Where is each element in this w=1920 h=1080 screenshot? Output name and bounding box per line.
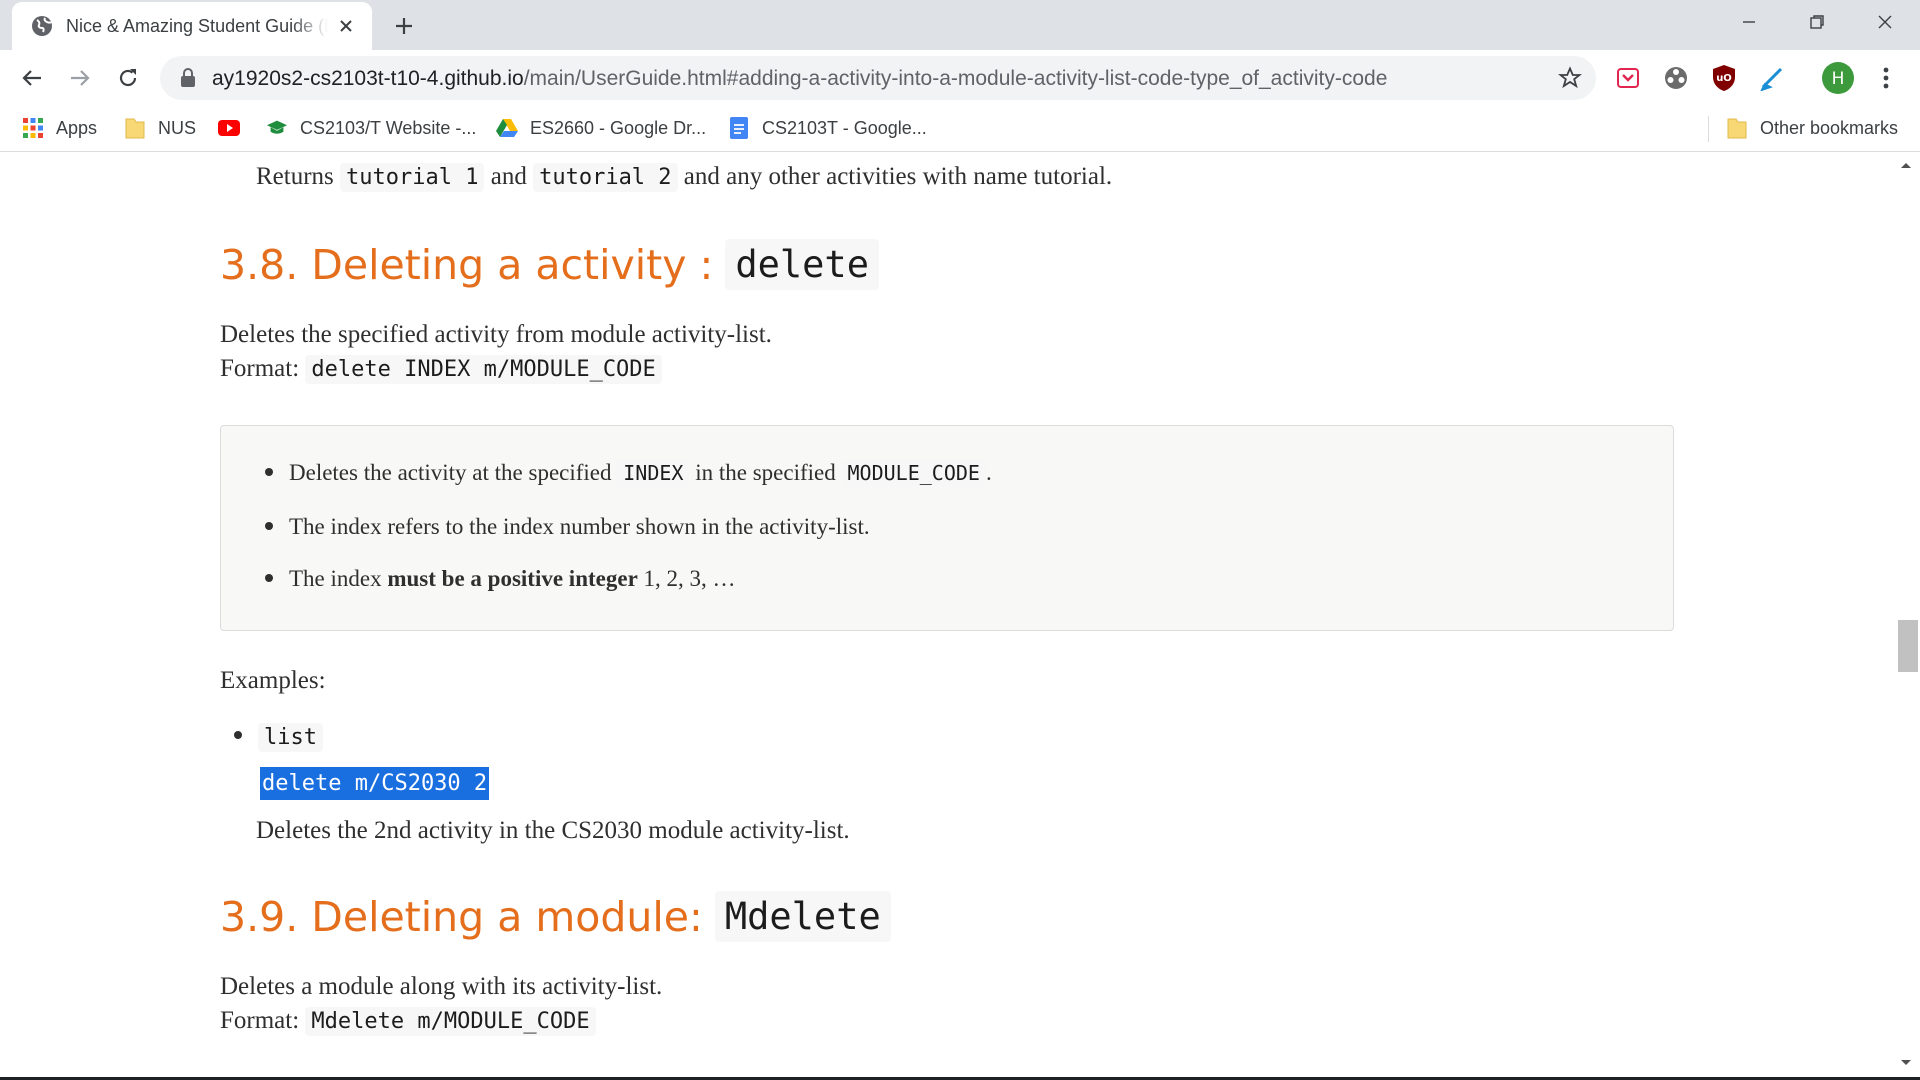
film-reel-extension-icon[interactable] [1658,60,1694,96]
code-tutorial-1: tutorial 1 [340,163,485,192]
bookmark-label: NUS [158,117,197,138]
note-text: 1, 2, 3, … [643,566,736,591]
example-description: Deletes the 2nd activity in the CS2030 m… [256,817,850,844]
url-host: ay1920s2-cs2103t-t10-4.github.io [212,67,524,90]
tab-strip: Nice & Amazing Student Guide (NASG) [0,0,1920,50]
bookmark-other[interactable]: Other bookmarks [1726,114,1898,142]
section-3-9-description: Deletes a module along with its activity… [220,973,663,1000]
bookmark-cs2103-website[interactable]: CS2103/T Website -... [266,114,476,142]
returns-line: Returns tutorial 1 and tutorial 2 and an… [256,163,1113,192]
note-item: The index refers to the index number sho… [265,514,870,540]
bullet-dot [234,731,242,740]
example-command-selected: delete m/CS2030 2 [260,767,490,800]
bullet-dot [265,573,273,582]
note-item: The index must be a positive integer 1, … [265,566,736,592]
bookmark-star-icon[interactable] [1557,66,1583,95]
graduation-cap-icon [266,117,288,139]
google-docs-icon [728,117,750,139]
format-label: Format: [220,355,300,382]
note-item: Deletes the activity at the specified IN… [265,459,992,487]
browser-tab[interactable]: Nice & Amazing Student Guide (NASG) [12,2,372,50]
scroll-down-arrow-icon[interactable] [1898,1056,1914,1074]
selected-code-text: delete m/CS2030 2 [260,767,490,800]
note-text: Deletes the activity at the specified [289,460,612,485]
tab-title: Nice & Amazing Student Guide (NASG) [66,15,328,36]
heading-code: delete [725,239,879,290]
bookmark-label: ES2660 - Google Dr... [530,117,707,138]
bookmarks-divider [1708,116,1709,142]
note-text: . [985,460,992,485]
section-heading-3-9: 3.9. Deleting a module: Mdelete [220,891,891,942]
lock-icon [180,68,196,93]
restore-button[interactable] [1783,0,1851,44]
apps-grid-icon [22,117,44,139]
format-code: Mdelete m/MODULE_CODE [305,1007,596,1036]
forward-icon[interactable] [62,60,98,96]
reload-icon[interactable] [110,60,146,96]
ublock-origin-icon[interactable]: uO [1706,60,1742,96]
format-code: delete INDEX m/MODULE_CODE [305,355,662,384]
bookmark-label: Other bookmarks [1760,117,1899,138]
address-bar[interactable]: ay1920s2-cs2103t-t10-4.github.io/main/Us… [160,56,1596,100]
new-tab-button[interactable] [390,12,418,40]
bookmark-apps[interactable]: Apps [22,114,97,142]
youtube-icon [218,117,240,139]
note-text: in the specified [695,460,836,485]
code-list: list [258,723,323,752]
bookmark-nus[interactable]: NUS [124,114,196,142]
examples-label: Examples: [220,667,326,694]
notes-box: Deletes the activity at the specified IN… [220,425,1674,631]
code-module-code: MODULE_CODE [841,459,986,487]
bookmark-es2660-drive[interactable]: ES2660 - Google Dr... [496,114,706,142]
example-item: list [234,723,323,752]
bullet-dot [265,521,273,530]
svg-text:H: H [1832,69,1845,89]
code-tutorial-2: tutorial 2 [533,163,678,192]
note-text: The index refers to the index number sho… [289,514,870,539]
heading-text: 3.8. Deleting a activity : [220,240,714,289]
close-tab-icon[interactable] [334,14,358,38]
scrollbar-thumb[interactable] [1898,620,1918,672]
bookmark-label: Apps [56,117,98,138]
bookmark-label: CS2103/T Website -... [300,117,477,138]
format-label: Format: [220,1007,300,1034]
bookmark-cs2103t-docs[interactable]: CS2103T - Google... [728,114,927,142]
bullet-dot [265,467,273,476]
bookmark-youtube[interactable] [218,114,252,142]
bookmarks-bar: Apps NUS CS2103/T Website -... ES2660 - … [0,106,1920,152]
section-3-8-description: Deletes the specified activity from modu… [220,321,772,348]
browser-toolbar: ay1920s2-cs2103t-t10-4.github.io/main/Us… [0,50,1920,106]
scroll-up-arrow-icon[interactable] [1898,158,1914,176]
note-bold-text: must be a positive integer [387,566,638,591]
returns-prefix: Returns [256,163,334,190]
section-3-9-format: Format: Mdelete m/MODULE_CODE [220,1007,596,1036]
pocket-extension-icon[interactable] [1610,60,1646,96]
bookmark-label: CS2103T - Google... [762,117,927,138]
section-3-8-format: Format: delete INDEX m/MODULE_CODE [220,355,662,384]
profile-avatar[interactable]: H [1820,60,1856,96]
note-text: The index [289,566,382,591]
heading-text: 3.9. Deleting a module: [220,892,703,941]
section-heading-3-8: 3.8. Deleting a activity : delete [220,239,879,290]
pen-extension-icon[interactable] [1754,60,1790,96]
returns-and: and [490,163,527,190]
svg-text:uO: uO [1716,73,1732,84]
vertical-scrollbar[interactable] [1896,153,1920,1078]
google-drive-icon [496,117,518,139]
folder-icon [124,117,146,139]
returns-suffix: and any other activities with name tutor… [683,163,1113,190]
code-index: INDEX [617,459,690,487]
heading-code: Mdelete [714,891,891,942]
globe-icon [30,14,54,38]
page-content: Returns tutorial 1 and tutorial 2 and an… [0,153,1900,1078]
minimize-button[interactable] [1715,0,1783,44]
more-menu-icon[interactable] [1868,60,1904,96]
folder-icon [1726,117,1748,139]
back-icon[interactable] [14,60,50,96]
url-path: /main/UserGuide.html#adding-a-activity-i… [523,67,1388,90]
close-window-button[interactable] [1851,0,1919,44]
url-text: ay1920s2-cs2103t-t10-4.github.io/main/Us… [212,67,1387,91]
